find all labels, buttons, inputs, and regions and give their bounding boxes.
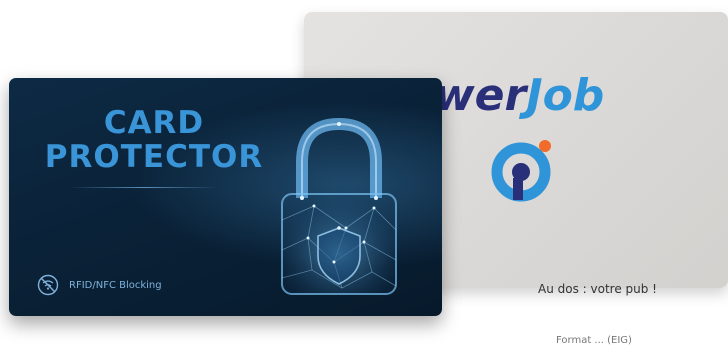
product-image: werJob CARD PROTECTOR RFID/NFC Blocking … — [0, 0, 728, 345]
rfid-label: RFID/NFC Blocking — [69, 279, 162, 291]
brand-logo-icon — [491, 140, 551, 202]
card-title-line1: CARD — [103, 105, 205, 141]
card-title: CARD PROTECTOR — [29, 106, 279, 174]
brand-wordmark-part2: Job — [526, 70, 605, 121]
rfid-feature: RFID/NFC Blocking — [37, 272, 162, 298]
brand-wordmark: werJob — [434, 70, 604, 121]
brand-wordmark-part1: wer — [434, 70, 527, 121]
no-wireless-icon — [37, 274, 59, 296]
caption-partial-text: Format ... (EIG) — [556, 335, 632, 345]
title-divider — [69, 187, 219, 188]
caption-text: Au dos : votre pub ! — [538, 282, 657, 296]
padlock-icon — [281, 117, 397, 295]
front-card-card-protector: CARD PROTECTOR RFID/NFC Blocking — [9, 78, 442, 316]
card-title-line2: PROTECTOR — [44, 139, 264, 175]
